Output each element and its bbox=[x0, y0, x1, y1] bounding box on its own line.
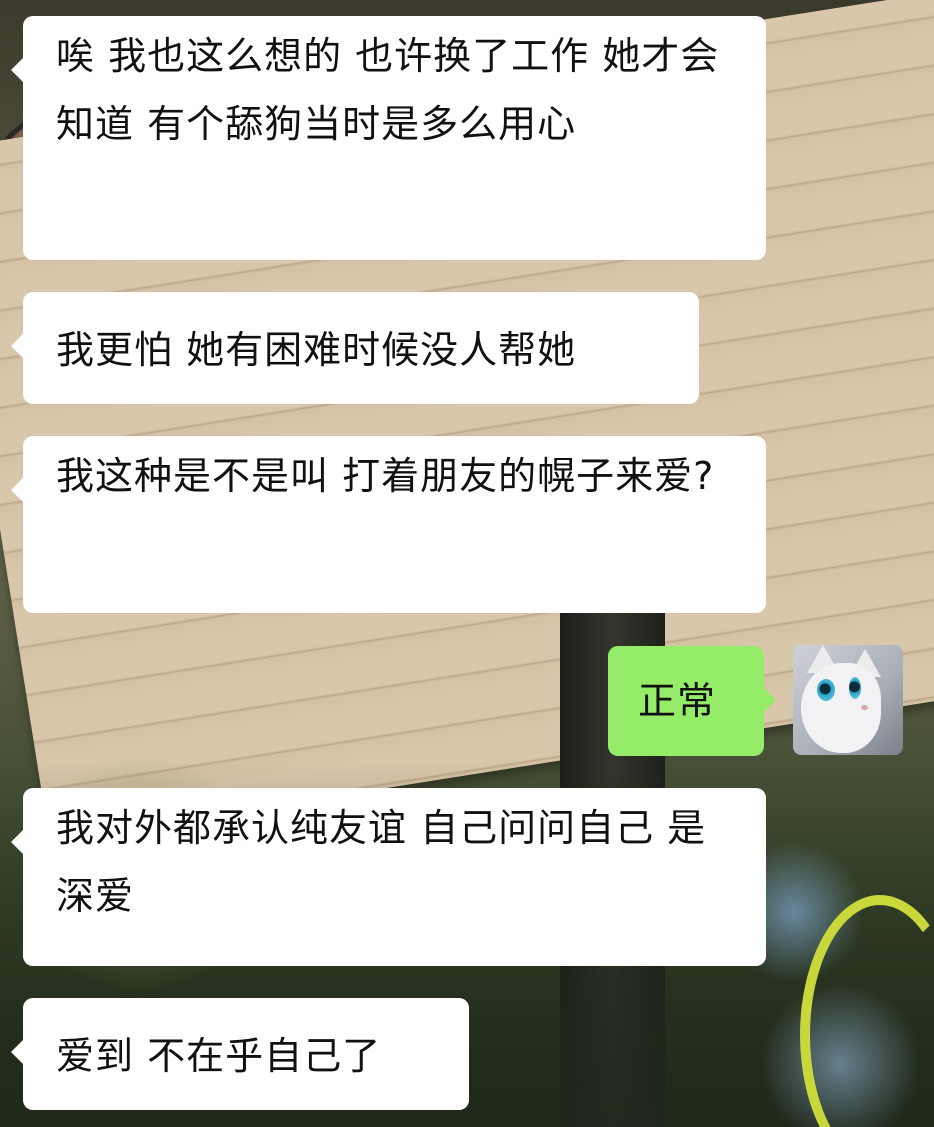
message-text: 我这种是不是叫 打着朋友的幌子来爱? bbox=[56, 454, 715, 498]
user-avatar[interactable] bbox=[793, 645, 903, 755]
message-bubble-incoming[interactable]: 我更怕 她有困难时候没人帮她 bbox=[11, 292, 699, 404]
chat-message-list[interactable]: 唉 我也这么想的 也许换了工作 她才会知道 有个舔狗当时是多么用心 我更怕 她有… bbox=[0, 0, 934, 1127]
message-text: 我更怕 她有困难时候没人帮她 bbox=[56, 328, 577, 372]
white-cat-avatar-icon bbox=[801, 663, 881, 753]
message-text: 爱到 不在乎自己了 bbox=[56, 1034, 382, 1078]
message-text: 我对外都承认纯友谊 自己问问自己 是深爱 bbox=[56, 806, 707, 918]
message-text: 唉 我也这么想的 也许换了工作 她才会知道 有个舔狗当时是多么用心 bbox=[56, 34, 720, 146]
message-bubble-outgoing[interactable]: 正常 bbox=[608, 646, 776, 756]
avatar-cat-nose-icon bbox=[861, 705, 868, 710]
avatar-cat-eye-icon bbox=[817, 679, 835, 701]
avatar-cat-eye-icon bbox=[849, 677, 861, 699]
message-bubble-incoming[interactable]: 爱到 不在乎自己了 bbox=[11, 998, 469, 1110]
message-bubble-incoming[interactable]: 唉 我也这么想的 也许换了工作 她才会知道 有个舔狗当时是多么用心 bbox=[11, 16, 766, 260]
message-text: 正常 bbox=[638, 679, 717, 723]
message-bubble-incoming[interactable]: 我这种是不是叫 打着朋友的幌子来爱? bbox=[11, 436, 766, 613]
message-bubble-incoming[interactable]: 我对外都承认纯友谊 自己问问自己 是深爱 bbox=[11, 788, 766, 966]
